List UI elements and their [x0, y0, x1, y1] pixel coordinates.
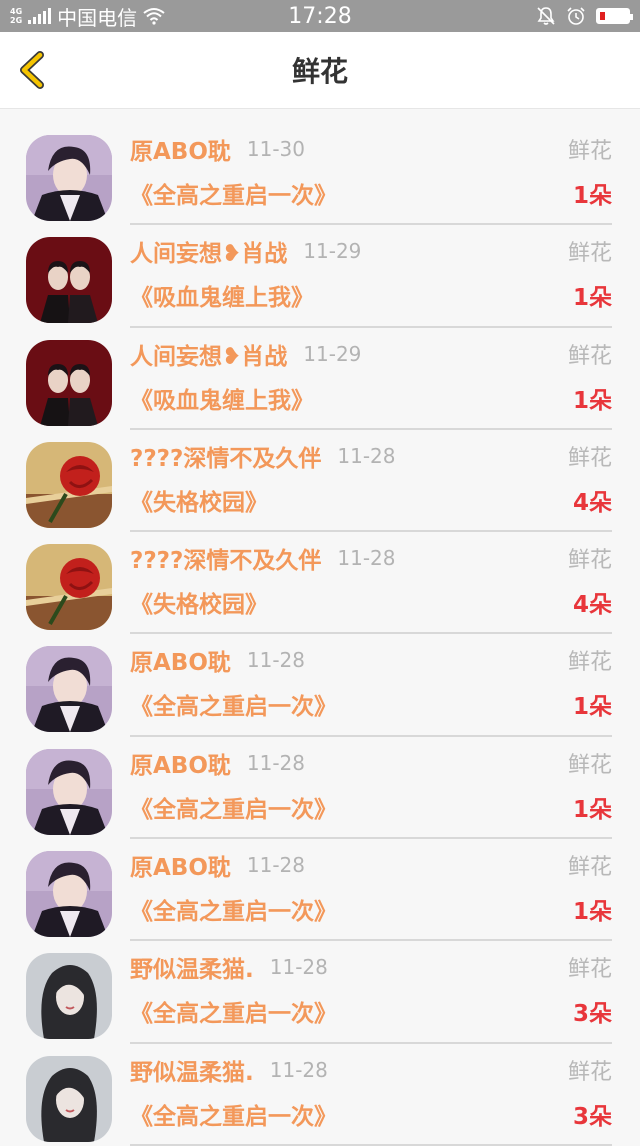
flower-count: 4朵 [572, 592, 612, 619]
flower-count: 1朵 [572, 183, 612, 209]
gift-type: 鲜花 [567, 752, 612, 778]
list-item[interactable]: 原ABO耽 11-28 鲜花 《全高之重启一次》 1朵 [0, 737, 640, 840]
list-item-content: 人间妄想❥肖战 11-29 鲜花 《吸血鬼缠上我》 1朵 [130, 225, 612, 328]
list-item-content: 原ABO耽 11-28 鲜花 《全高之重启一次》 1朵 [130, 839, 612, 942]
gift-type: 鲜花 [567, 855, 612, 881]
gift-date: 11-28 [269, 955, 328, 980]
avatar[interactable] [26, 646, 112, 733]
book-title[interactable]: 《吸血鬼缠上我》 [130, 381, 314, 415]
mute-icon [537, 7, 555, 25]
sender-name[interactable]: 原ABO耽 [130, 848, 231, 882]
gift-type: 鲜花 [567, 957, 612, 983]
sender-name[interactable]: ????深情不及久伴 [130, 439, 321, 473]
flower-count: 3朵 [572, 1103, 612, 1130]
flower-count: 3朵 [572, 1001, 612, 1028]
gift-type: 鲜花 [567, 650, 612, 676]
back-button[interactable] [14, 50, 54, 90]
gift-date: 11-28 [337, 443, 396, 468]
sender-name[interactable]: 人间妄想❥肖战 [130, 337, 287, 371]
flower-count: 1朵 [572, 899, 612, 926]
status-right [536, 6, 633, 26]
flower-record-list: 原ABO耽 11-30 鲜花 《全高之重启一次》 1朵 人间妄想❥肖战 11-2… [0, 109, 640, 1146]
book-title[interactable]: 《全高之重启一次》 [130, 892, 337, 926]
list-item[interactable]: 野似温柔猫. 11-28 鲜花 《全高之重启一次》 3朵 [0, 1044, 640, 1146]
gift-date: 11-28 [269, 1057, 328, 1082]
list-item[interactable]: 原ABO耽 11-28 鲜花 《全高之重启一次》 1朵 [0, 634, 640, 737]
gift-date: 11-28 [246, 853, 306, 878]
gift-type: 鲜花 [567, 445, 612, 471]
book-title[interactable]: 《吸血鬼缠上我》 [130, 278, 314, 312]
list-item-content: ????深情不及久伴 11-28 鲜花 《失格校园》 4朵 [130, 430, 612, 533]
avatar[interactable] [26, 135, 112, 221]
avatar[interactable] [26, 544, 112, 631]
page-title: 鲜花 [291, 55, 348, 88]
gift-type: 鲜花 [567, 139, 612, 164]
avatar[interactable] [26, 748, 112, 835]
list-item[interactable]: 人间妄想❥肖战 11-29 鲜花 《吸血鬼缠上我》 1朵 [0, 328, 640, 430]
avatar[interactable] [26, 441, 112, 528]
sender-name[interactable]: 野似温柔猫. [130, 1053, 254, 1087]
avatar[interactable] [26, 1055, 112, 1142]
list-item[interactable]: 人间妄想❥肖战 11-29 鲜花 《吸血鬼缠上我》 1朵 [0, 225, 640, 328]
list-item-content: ????深情不及久伴 11-28 鲜花 《失格校园》 4朵 [130, 532, 612, 635]
book-title[interactable]: 《全高之重启一次》 [130, 687, 337, 721]
list-item[interactable]: 原ABO耽 11-28 鲜花 《全高之重启一次》 1朵 [0, 839, 640, 942]
flower-count: 4朵 [572, 489, 612, 516]
gift-type: 鲜花 [567, 548, 612, 574]
header: 鲜花 [0, 32, 640, 109]
book-title[interactable]: 《失格校园》 [130, 585, 268, 619]
gift-date: 11-28 [337, 546, 396, 571]
sender-name[interactable]: 人间妄想❥肖战 [130, 234, 287, 268]
carrier-name: 中国电信 [57, 5, 138, 30]
gift-type: 鲜花 [567, 1059, 612, 1085]
gift-type: 鲜花 [567, 241, 612, 267]
list-item-content: 原ABO耽 11-30 鲜花 《全高之重启一次》 1朵 [130, 123, 612, 226]
book-title[interactable]: 《全高之重启一次》 [130, 790, 337, 824]
list-item[interactable]: ????深情不及久伴 11-28 鲜花 《失格校园》 4朵 [0, 430, 640, 533]
list-item-content: 原ABO耽 11-28 鲜花 《全高之重启一次》 1朵 [130, 634, 612, 737]
sender-name[interactable]: ????深情不及久伴 [130, 541, 321, 575]
sender-name[interactable]: 原ABO耽 [130, 746, 231, 780]
list-item-content: 野似温柔猫. 11-28 鲜花 《全高之重启一次》 3朵 [130, 1044, 612, 1146]
list-item[interactable]: 原ABO耽 11-30 鲜花 《全高之重启一次》 1朵 [0, 123, 640, 226]
sender-name[interactable]: 原ABO耽 [130, 643, 231, 677]
chevron-left-icon [20, 51, 44, 89]
gift-date: 11-29 [303, 239, 362, 264]
gift-date: 11-30 [246, 137, 306, 161]
avatar[interactable] [26, 237, 112, 324]
book-title[interactable]: 《全高之重启一次》 [130, 994, 337, 1028]
network-type: 4G 2G [10, 7, 23, 25]
sender-name[interactable]: 野似温柔猫. [130, 950, 254, 984]
book-title[interactable]: 《失格校园》 [130, 483, 268, 517]
status-bar: 4G 2G 中国电信 17:28 [0, 0, 640, 32]
gift-date: 11-28 [246, 750, 306, 775]
avatar[interactable] [26, 953, 112, 1040]
sender-name[interactable]: 原ABO耽 [130, 132, 231, 166]
avatar[interactable] [26, 851, 112, 938]
avatar[interactable] [26, 339, 112, 426]
book-title[interactable]: 《全高之重启一次》 [130, 1097, 337, 1131]
gift-date: 11-29 [303, 341, 362, 366]
book-title[interactable]: 《全高之重启一次》 [130, 176, 337, 210]
flower-count: 1朵 [572, 285, 612, 312]
status-left: 4G 2G 中国电信 [10, 2, 165, 31]
alarm-icon [567, 7, 585, 25]
flower-count: 1朵 [572, 796, 612, 823]
list-item-content: 人间妄想❥肖战 11-29 鲜花 《吸血鬼缠上我》 1朵 [130, 328, 612, 430]
gift-date: 11-28 [246, 648, 306, 673]
battery-icon [596, 8, 633, 24]
flower-count: 1朵 [572, 694, 612, 721]
flower-count: 1朵 [572, 387, 612, 414]
wifi-icon [143, 8, 165, 25]
gift-type: 鲜花 [567, 343, 612, 369]
list-item-content: 原ABO耽 11-28 鲜花 《全高之重启一次》 1朵 [130, 737, 612, 840]
list-item[interactable]: 野似温柔猫. 11-28 鲜花 《全高之重启一次》 3朵 [0, 941, 640, 1044]
signal-icon [28, 8, 52, 24]
list-item-content: 野似温柔猫. 11-28 鲜花 《全高之重启一次》 3朵 [130, 941, 612, 1044]
list-item[interactable]: ????深情不及久伴 11-28 鲜花 《失格校园》 4朵 [0, 532, 640, 635]
